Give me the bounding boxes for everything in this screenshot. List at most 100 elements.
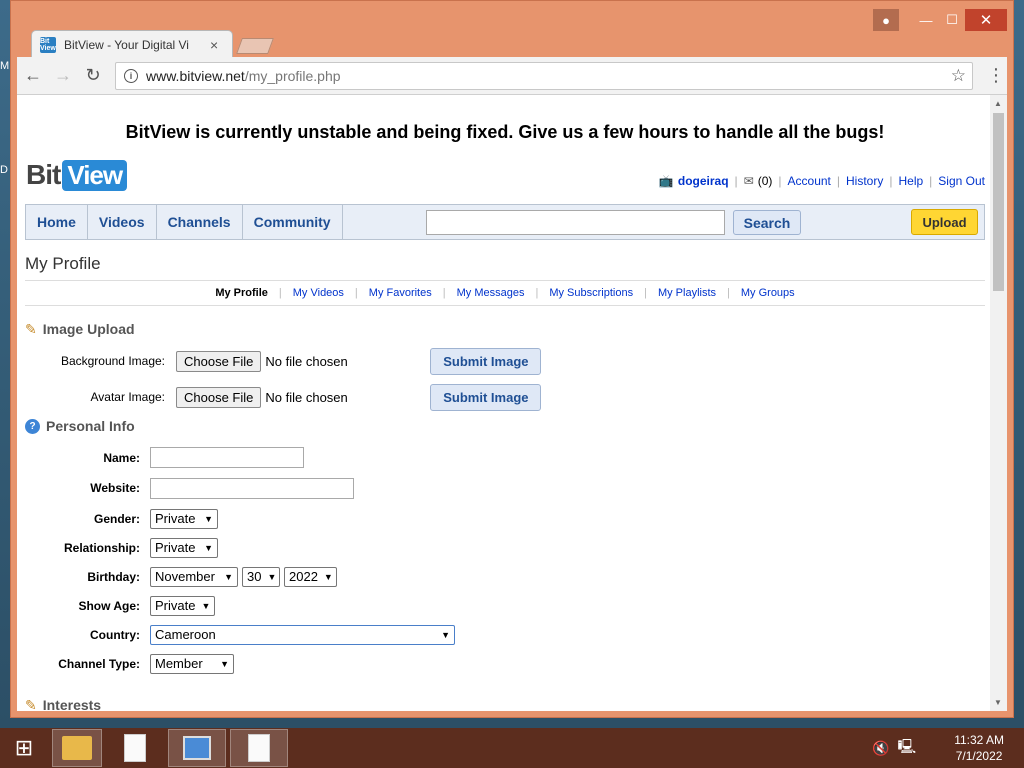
field-label: Relationship: [63,540,140,555]
network-icon[interactable]: 🖳 [898,736,917,760]
windows-start-icon[interactable]: ⊞ [0,728,48,768]
taskbar-document-active[interactable] [230,729,288,767]
page-title: My Profile [25,254,101,273]
subnav-my-messages[interactable]: My Messages [457,287,525,299]
clock-time: 11:32 AM [954,733,1004,747]
show-age-select[interactable]: Private ▼ [150,595,215,616]
section-label: Personal Info [46,418,135,434]
sign-out-link[interactable]: Sign Out [938,174,985,188]
forward-icon[interactable]: → [49,62,77,90]
submit-image-button[interactable]: Submit Image [430,347,542,375]
field-label: Gender: [93,511,140,526]
tv-icon: 📺 [658,174,674,188]
reload-icon[interactable]: ↻ [79,62,107,90]
search-input[interactable] [426,210,725,235]
dropdown-arrow-icon: ▼ [220,658,229,669]
question-icon: ? [25,418,40,434]
section-label: Interests [42,697,102,711]
bitview-logo[interactable]: Bit View [26,159,128,191]
gender-row: Gender: Private ▼ [25,504,985,533]
relationship-select[interactable]: Private ▼ [150,537,218,558]
field-label: Background Image: [60,354,165,368]
tab-close-icon[interactable]: × [210,37,218,53]
taskbar-monitor-app[interactable] [168,729,226,767]
account-link[interactable]: Account [788,174,831,188]
subnav-my-favorites[interactable]: My Favorites [369,287,432,299]
volume-muted-icon[interactable]: 🔇 [872,740,889,757]
user-icon[interactable]: ● [873,9,899,31]
search-button[interactable]: Search [733,210,801,235]
info-icon[interactable]: i [124,68,138,83]
username-link[interactable]: dogeiraq [678,174,729,188]
upload-button[interactable]: Upload [911,209,978,235]
website-field[interactable] [150,477,354,499]
vertical-scrollbar[interactable]: ▲ ▼ [990,95,1007,711]
scroll-down-icon[interactable]: ▼ [994,698,1002,707]
clock[interactable]: 11:32 AM 7/1/2022 [954,732,1004,764]
url-path: /my_profile.php [244,67,341,84]
field-label: Show Age: [78,598,140,613]
taskbar-document[interactable] [106,729,164,767]
document-icon [248,734,270,762]
subnav-my-playlists[interactable]: My Playlists [658,287,716,299]
dropdown-arrow-icon: ▼ [267,571,277,582]
tab-title: BitView - Your Digital Vi [64,37,189,52]
bitview-favicon-icon: Bit View [40,36,56,53]
desktop-icon-label: M [0,60,10,72]
desktop-icon-label: D [0,164,8,176]
dropdown-arrow-icon: ▼ [224,571,233,582]
message-count[interactable]: (0) [758,174,773,188]
gender-select[interactable]: Private ▼ [150,508,218,529]
dropdown-arrow-icon: ▼ [323,571,333,582]
taskbar: ⊞ 🔇 🖳 11:32 AM 7/1/2022 [0,728,1024,768]
birthday-day-select[interactable]: 30 ▼ [242,566,280,587]
name-field[interactable] [150,447,304,468]
pencil-icon: ✎ [25,696,37,712]
url-host: www.bitview.net [146,67,245,84]
dropdown-arrow-icon: ▼ [204,513,213,524]
mail-icon[interactable]: ✉ [744,174,754,188]
country-select[interactable]: Cameroon ▼ [150,624,455,645]
birthday-year-select[interactable]: 2022 ▼ [284,566,337,587]
channel-type-select[interactable]: Member ▼ [150,653,234,674]
profile-subnav: My Profile | My Videos | My Favorites | … [25,280,985,306]
back-icon[interactable]: ← [19,62,47,90]
field-label: Channel Type: [58,656,140,671]
dropdown-arrow-icon: ▼ [441,629,450,640]
address-bar[interactable]: i www.bitview.net/my_profile.php ☆ [115,61,973,90]
nav-channels[interactable]: Channels [157,205,243,239]
minimize-button[interactable]: — [913,9,939,31]
nav-home[interactable]: Home [26,205,88,239]
browser-tab[interactable]: Bit View BitView - Your Digital Vi × [31,30,233,58]
new-tab-button[interactable] [236,38,274,54]
browser-window: ● — ☐ ✕ Bit View BitView - Your Digital … [10,0,1014,718]
clock-date: 7/1/2022 [955,749,1003,763]
bookmark-star-icon[interactable]: ☆ [951,66,966,86]
page-viewport: BitView is currently unstable and being … [17,95,1007,711]
birthday-month-select[interactable]: November ▼ [150,566,238,587]
main-nav: Home Videos Channels Community Search Up… [25,204,985,240]
browser-menu-icon[interactable]: ⋮ [987,65,1005,86]
choose-file-button[interactable]: Choose File [176,350,262,372]
interests-section-title: ✎ Interests [25,694,985,712]
field-label: Name: [103,450,140,465]
history-link[interactable]: History [846,174,883,188]
subnav-my-profile[interactable]: My Profile [215,287,268,299]
submit-image-button[interactable]: Submit Image [430,383,542,411]
subnav-my-subscriptions[interactable]: My Subscriptions [549,287,633,299]
maximize-button[interactable]: ☐ [939,9,965,31]
close-button[interactable]: ✕ [965,9,1007,31]
taskbar-file-explorer[interactable] [52,729,102,767]
nav-community[interactable]: Community [243,205,343,239]
dropdown-arrow-icon: ▼ [204,542,213,553]
field-label: Country: [90,627,140,642]
subnav-my-videos[interactable]: My Videos [293,287,344,299]
scroll-thumb[interactable] [993,113,1004,291]
scroll-up-icon[interactable]: ▲ [994,99,1002,108]
nav-videos[interactable]: Videos [88,205,157,239]
choose-file-button[interactable]: Choose File [176,386,262,408]
pencil-icon: ✎ [25,320,37,337]
notice-banner: BitView is currently unstable and being … [125,122,885,142]
help-link[interactable]: Help [898,174,923,188]
subnav-my-groups[interactable]: My Groups [741,287,795,299]
